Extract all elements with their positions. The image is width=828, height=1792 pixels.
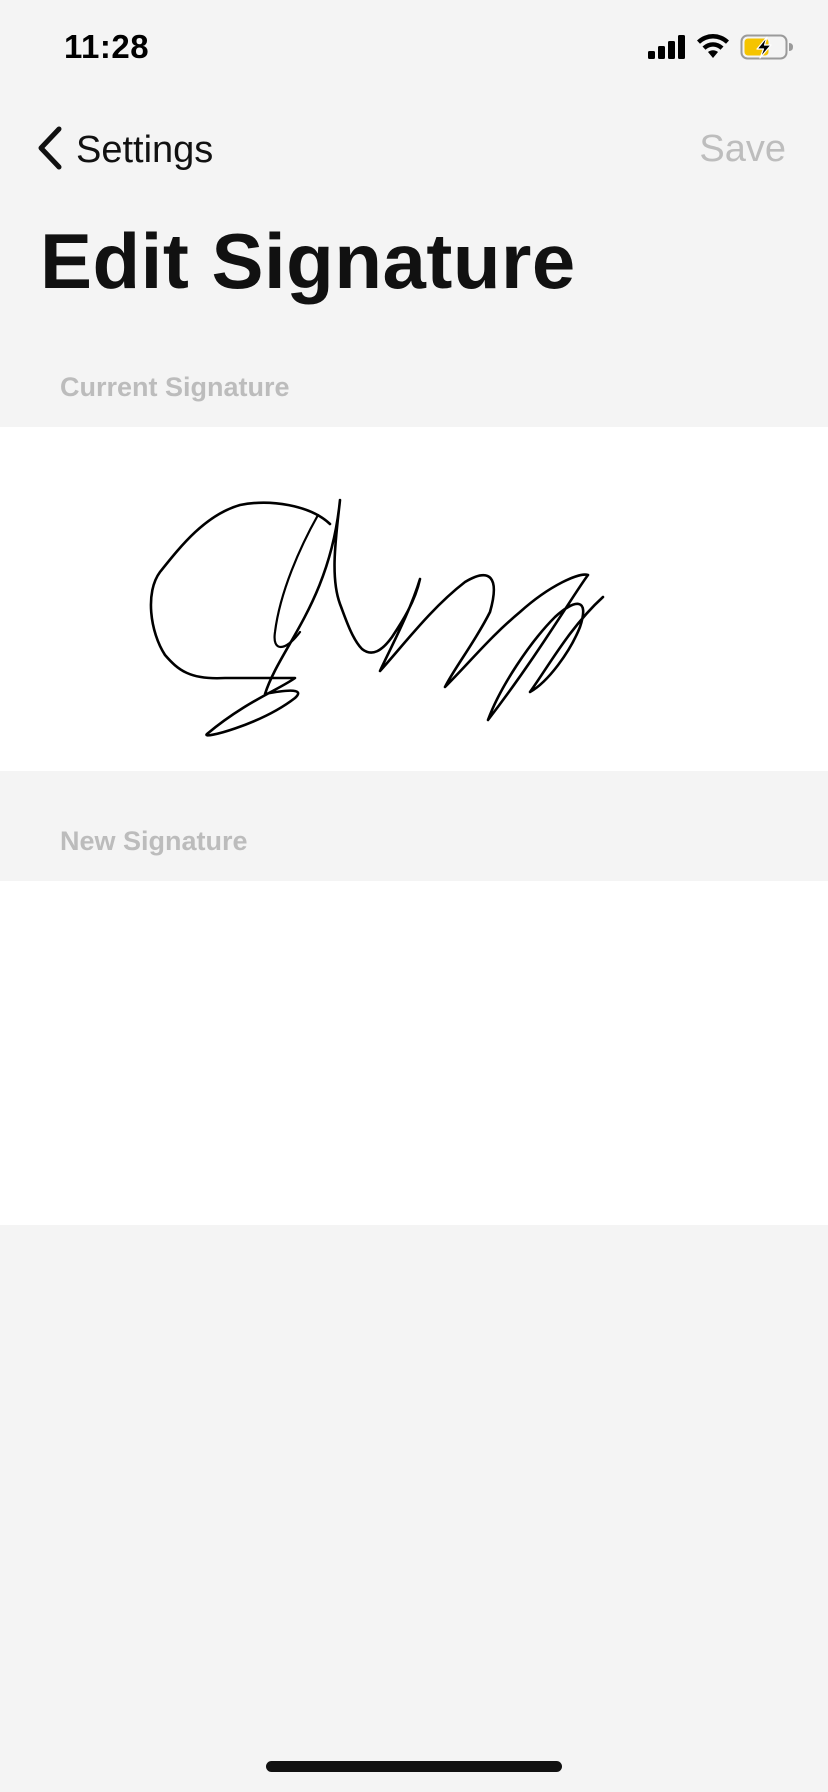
- status-icons: [648, 34, 794, 65]
- save-button[interactable]: Save: [699, 128, 786, 171]
- page-title: Edit Signature: [40, 217, 576, 305]
- current-signature-image: [149, 498, 605, 737]
- current-signature-header: Current Signature: [60, 372, 290, 402]
- new-signature-header: New Signature: [60, 826, 248, 856]
- back-button[interactable]: Settings: [36, 126, 213, 175]
- back-button-label: Settings: [76, 129, 214, 171]
- new-signature-canvas[interactable]: [0, 881, 828, 1225]
- status-bar: 11:28: [0, 0, 828, 100]
- cellular-signal-icon: [648, 35, 686, 64]
- navigation-bar: Settings Save: [0, 110, 828, 190]
- wifi-icon: [696, 34, 730, 65]
- home-indicator: [266, 1761, 562, 1772]
- chevron-left-icon: [36, 126, 64, 175]
- battery-charging-icon: [740, 34, 794, 65]
- status-time: 11:28: [64, 28, 150, 65]
- current-signature-panel: [0, 427, 828, 771]
